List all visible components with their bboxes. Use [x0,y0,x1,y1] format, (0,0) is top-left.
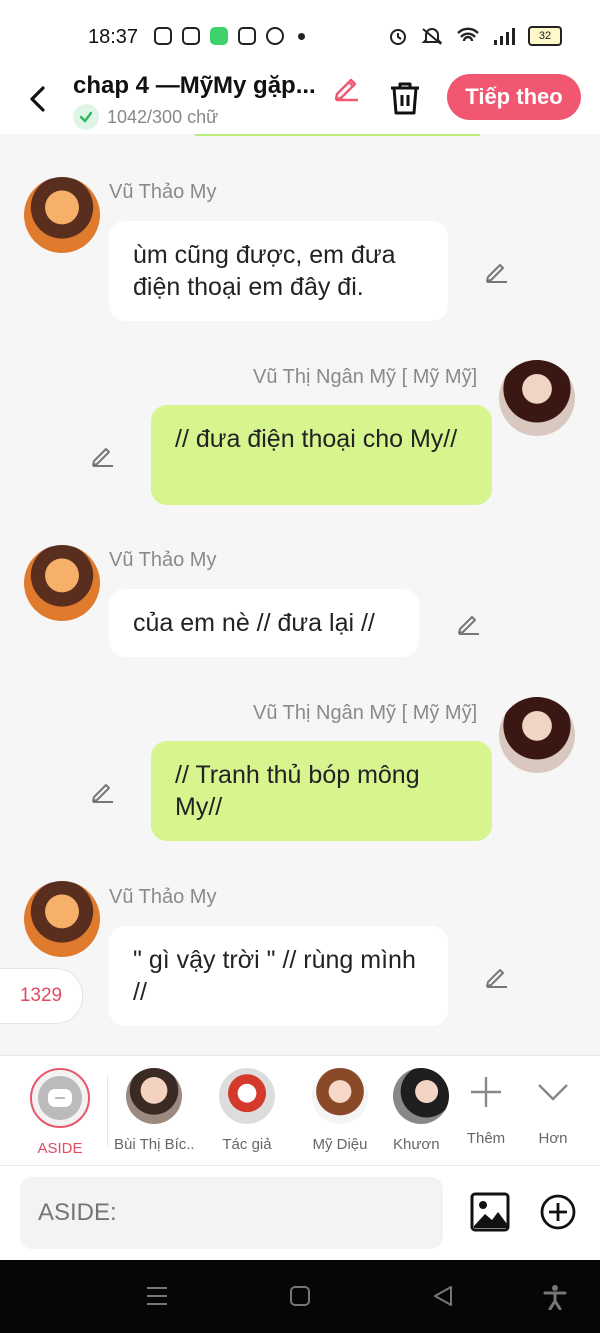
character-label: Tác giả [222,1136,272,1153]
trash-icon[interactable] [386,78,424,118]
message-count-badge[interactable]: 1329 [0,968,83,1024]
character-bar: ASIDE Bùi Thị Bíc... Tác giả Mỹ Diệu Khư… [0,1055,600,1166]
status-bar: 18:37 32 [0,0,600,70]
character-label: Mỹ Diệu [312,1136,368,1153]
avatar-vu-thi-ngan-my[interactable] [499,360,575,436]
edit-message-icon[interactable] [90,778,116,804]
avatar-vu-thao-my[interactable] [24,177,100,253]
avatar [393,1068,449,1124]
game-controller-icon [182,27,200,45]
check-icon [73,104,99,130]
sender-name: Vũ Thị Ngân Mỹ [ Mỹ Mỹ] [253,702,478,724]
edit-message-icon[interactable] [484,963,510,989]
character-label: Khươn [393,1136,440,1153]
character-label: ASIDE [37,1140,83,1157]
message-bubble[interactable]: của em nè // đưa lại // [109,589,419,657]
next-button[interactable]: Tiếp theo [447,74,581,120]
character-khuon[interactable]: Khươn [393,1068,449,1153]
character-label: Bùi Thị Bíc... [114,1136,194,1153]
add-content-icon[interactable] [540,1194,576,1230]
home-icon[interactable] [288,1284,312,1308]
aside-avatar [30,1068,90,1128]
character-bui-thi-bich[interactable]: Bùi Thị Bíc... [114,1068,194,1153]
pinterest-icon [266,27,284,45]
back-triangle-icon[interactable] [431,1284,455,1308]
sender-name: Vũ Thảo My [109,886,217,908]
avatar-vu-thao-my[interactable] [24,881,100,957]
character-tac-gia[interactable]: Tác giả [207,1068,287,1153]
plus-icon [471,1077,501,1107]
sender-name: Vũ Thị Ngân Mỹ [ Mỹ Mỹ] [253,366,478,388]
message-bubble[interactable]: " gì vậy trời " // rùng mình // [109,926,448,1026]
avatar [126,1068,182,1124]
edit-message-icon[interactable] [90,442,116,468]
avatar [312,1068,368,1124]
status-time: 18:37 [88,26,139,48]
chapter-title[interactable]: chap 4 —MỹMy gặp... [73,72,316,100]
aside-bubble-icon [48,1089,72,1107]
battery-icon: 32 [528,26,562,46]
message-bubble[interactable]: // đưa điện thoại cho My// [151,405,492,505]
aside-input[interactable] [20,1177,443,1249]
character-aside[interactable]: ASIDE [20,1068,100,1157]
edit-title-icon[interactable] [332,72,362,102]
more-label: Hơn [538,1130,568,1147]
sender-name: Vũ Thảo My [109,181,217,203]
progress-line [195,134,480,136]
menu-icon[interactable] [145,1284,169,1308]
message-bubble[interactable]: ùm cũng được, em đưa điện thoại em đây đ… [109,221,448,321]
mute-icon [421,28,443,45]
character-my-dieu[interactable]: Mỹ Diệu [300,1068,380,1153]
signal-icon [494,28,515,45]
accessibility-icon[interactable] [543,1284,567,1310]
input-bar [0,1165,600,1261]
wifi-icon [457,27,479,42]
avatar [219,1068,275,1124]
edit-message-icon[interactable] [456,610,482,636]
notification-icons [154,27,305,45]
sender-name: Vũ Thảo My [109,549,217,571]
more-characters-button[interactable]: Hơn [513,1068,593,1147]
chevron-down-icon [538,1084,568,1101]
back-arrow-icon[interactable] [22,82,56,116]
instagram-icon [154,27,172,45]
system-icons: 32 [388,26,562,46]
shopping-bag-icon [238,27,256,45]
avatar-vu-thi-ngan-my[interactable] [499,697,575,773]
divider [107,1076,108,1146]
avatar-vu-thao-my[interactable] [24,545,100,621]
alarm-icon [390,29,406,45]
edit-message-icon[interactable] [484,258,510,284]
word-count: 1042/300 chữ [107,106,219,127]
more-notifications-icon [298,32,305,40]
message-bubble[interactable]: // Tranh thủ bóp mông My// [151,741,492,841]
editor-header: chap 4 —MỹMy gặp... 1042/300 chữ Tiếp th… [0,70,600,134]
system-navigation-bar [0,1260,600,1333]
image-icon[interactable] [470,1192,510,1232]
word-count-row: 1042/300 chữ [73,104,218,130]
app-icon [210,27,228,45]
